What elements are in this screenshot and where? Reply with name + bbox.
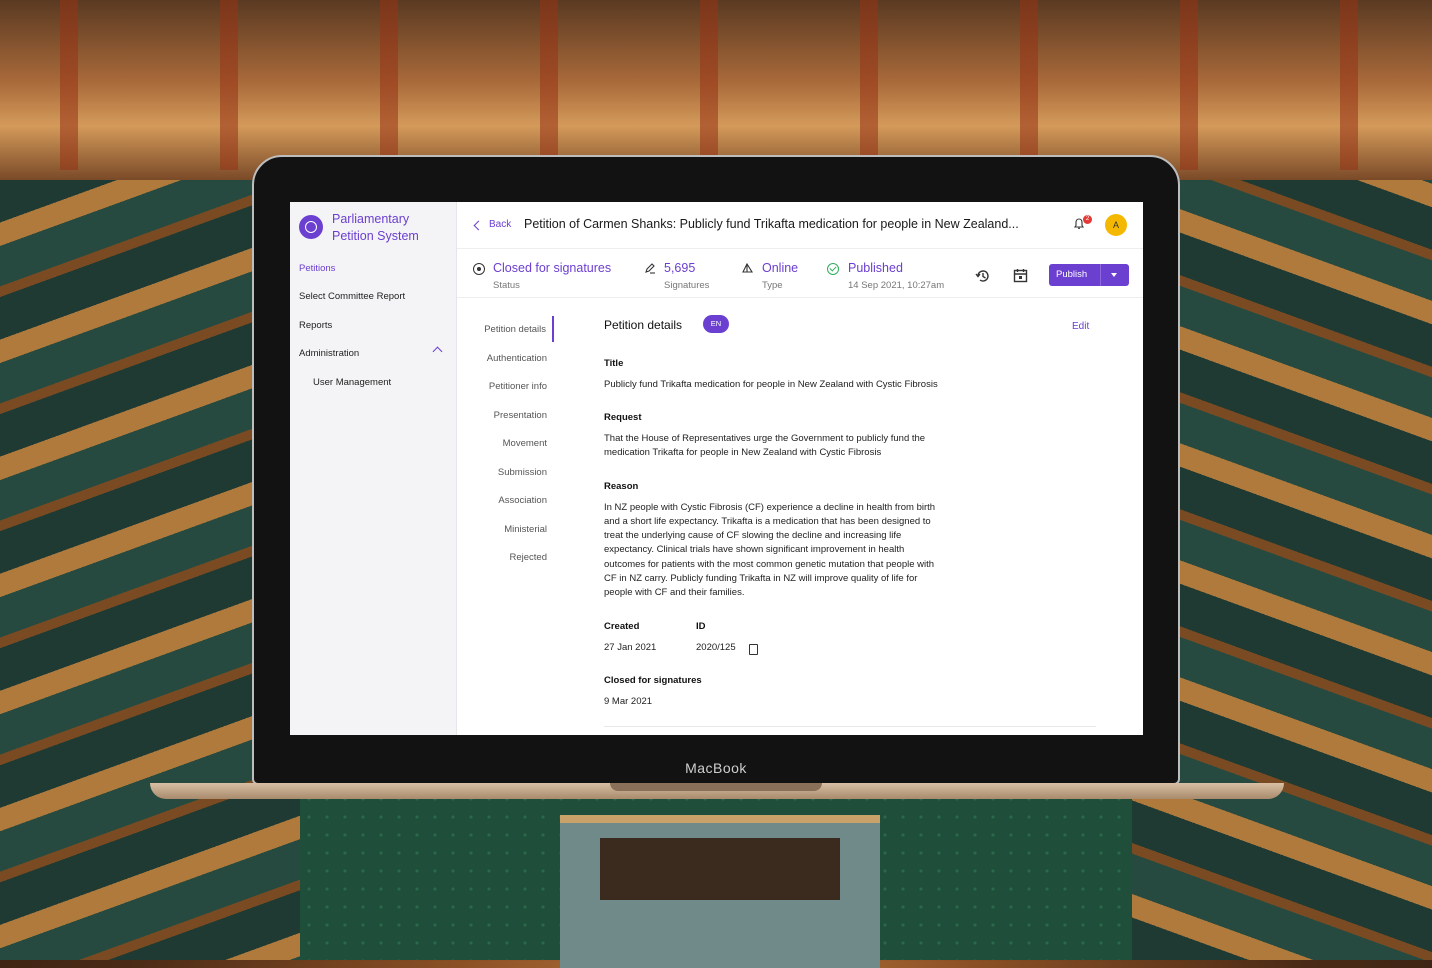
section-nav-rejected[interactable]: Rejected (510, 552, 548, 563)
publish-divider (1100, 264, 1101, 286)
section-nav-movement[interactable]: Movement (503, 438, 547, 449)
chevron-up-icon[interactable] (432, 346, 443, 357)
section-nav: Petition details Authentication Petition… (457, 298, 554, 735)
request-line: medication Trikafta for people in New Ze… (604, 447, 882, 458)
section-nav-presentation[interactable]: Presentation (494, 410, 547, 421)
back-link[interactable]: Back (489, 219, 511, 230)
reason-line: CF in NZ carry. Publicly funding Trikaft… (604, 573, 918, 584)
online-type-icon (742, 262, 753, 273)
reason-line: people with CF and their families. (604, 587, 745, 598)
avatar[interactable]: A (1105, 214, 1127, 236)
caret-down-icon[interactable] (1111, 273, 1117, 277)
id-value: 2020/125 (696, 642, 736, 653)
reason-line: In NZ people with Cystic Fibrosis (CF) e… (604, 502, 936, 513)
section-nav-petition-details[interactable]: Petition details (484, 324, 546, 335)
calendar-icon[interactable] (1013, 268, 1028, 283)
page-title: Petition of Carmen Shanks: Publicly fund… (524, 217, 1019, 231)
created-value: 27 Jan 2021 (604, 642, 657, 653)
section-nav-ministerial[interactable]: Ministerial (504, 524, 547, 535)
petition-status-bar: Closed for signatures Status 5,695 Signa… (457, 249, 1143, 298)
section-nav-petitioner-info[interactable]: Petitioner info (489, 381, 547, 392)
signatures-value: 5,695 (664, 261, 696, 275)
section-nav-active-indicator (552, 316, 554, 342)
reason-line: expectancy. Clinical trials have shown s… (604, 544, 905, 555)
sidebar-item-petitions[interactable]: Petitions (299, 263, 335, 274)
status-value: Closed for signatures (493, 261, 612, 275)
type-value: Online (762, 261, 799, 275)
published-value: Published (848, 261, 903, 275)
history-icon[interactable] (975, 268, 991, 284)
title-label: Title (604, 358, 624, 369)
section-divider (604, 726, 1096, 727)
sidebar-item-user-management[interactable]: User Management (313, 377, 391, 388)
reason-line: and a short life expectancy. Trikafta is… (604, 516, 931, 527)
request-label: Request (604, 412, 642, 423)
notification-badge: 2 (1083, 215, 1092, 224)
app-title: Parliamentary Petition System (332, 212, 419, 243)
section-nav-submission[interactable]: Submission (498, 467, 547, 478)
laptop-notch (610, 783, 822, 791)
device-label: MacBook (685, 760, 747, 776)
status-circle-icon (473, 263, 485, 275)
sidebar-item-select-committee-report[interactable]: Select Committee Report (299, 291, 405, 302)
reason-line: outcomes for patients with the most comm… (604, 559, 935, 570)
language-badge[interactable]: EN (703, 315, 729, 333)
request-line: That the House of Representatives urge t… (604, 433, 926, 444)
page-header: Back Petition of Carmen Shanks: Publicly… (457, 202, 1143, 249)
check-circle-icon (827, 263, 839, 275)
section-nav-authentication[interactable]: Authentication (487, 353, 547, 364)
chevron-left-icon[interactable] (473, 220, 484, 231)
background-columns (0, 0, 1432, 170)
created-label: Created (604, 621, 640, 632)
reason-line: treat the underlying cause of CF slowing… (604, 530, 902, 541)
publish-button[interactable]: Publish (1049, 264, 1129, 286)
signature-pen-icon (645, 263, 655, 274)
app-screen: Parliamentary Petition System Petitions … (290, 202, 1143, 735)
status-label: Status (493, 280, 520, 291)
fingerprint-logo-icon (299, 215, 323, 239)
section-nav-association[interactable]: Association (498, 495, 547, 506)
title-value: Publicly fund Trikafta medication for pe… (604, 379, 938, 390)
edit-link[interactable]: Edit (1072, 321, 1089, 332)
sidebar-item-administration[interactable]: Administration (299, 348, 359, 359)
publish-button-label: Publish (1056, 269, 1088, 280)
sidebar: Parliamentary Petition System Petitions … (290, 202, 457, 735)
closed-value: 9 Mar 2021 (604, 696, 653, 707)
copy-icon[interactable] (749, 644, 758, 655)
signatures-label: Signatures (664, 280, 710, 291)
closed-label: Closed for signatures (604, 675, 702, 686)
type-label: Type (762, 280, 783, 291)
id-label: ID (696, 621, 706, 632)
sidebar-item-reports[interactable]: Reports (299, 320, 332, 331)
section-title: Petition details (604, 318, 683, 332)
published-date: 14 Sep 2021, 10:27am (848, 280, 945, 291)
background-table-books (600, 838, 840, 900)
reason-label: Reason (604, 481, 639, 492)
